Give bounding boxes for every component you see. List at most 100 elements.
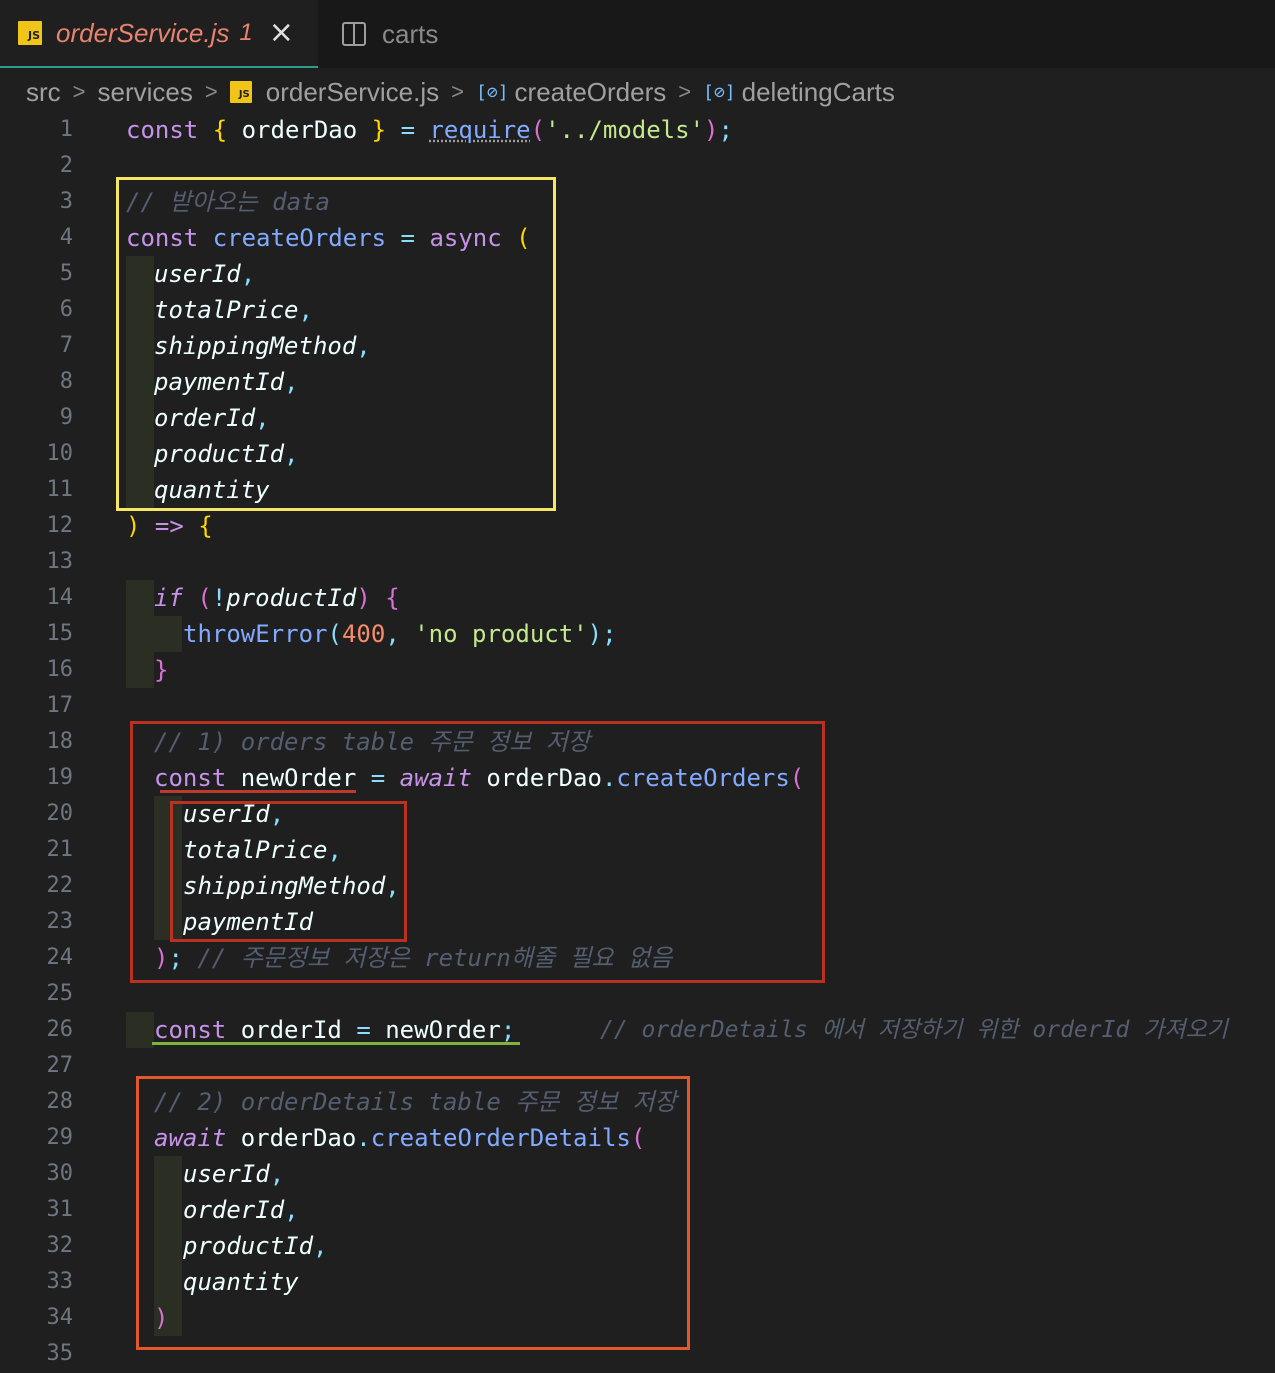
parameter: quantity: [183, 1268, 299, 1296]
brace: {: [212, 116, 228, 144]
tab-carts[interactable]: carts: [342, 0, 438, 68]
editor-tab-bar: JS orderService.js 1 × carts: [0, 0, 1275, 68]
code-line: 27: [0, 1048, 1275, 1084]
line-number: 28: [46, 1089, 74, 1114]
js-file-icon: JS: [18, 21, 42, 45]
comma: ,: [269, 800, 285, 828]
line-number: 3: [59, 189, 73, 214]
function-name: throwError: [183, 620, 328, 648]
keyword: const: [126, 224, 199, 252]
symbol-variable-icon: [⊘]: [703, 81, 736, 103]
line-number: 19: [46, 765, 74, 790]
tab-title: carts: [382, 18, 439, 49]
code-line: 21 totalPrice,: [0, 832, 1275, 868]
identifier: orderDao: [486, 764, 602, 792]
keyword: const: [154, 1016, 227, 1044]
parameter: productId: [154, 440, 285, 468]
js-file-icon: JS: [229, 81, 252, 103]
code-line: 18 // 1) orders table 주문 정보 저장: [0, 724, 1275, 760]
code-line: 8 paymentId,: [0, 364, 1275, 400]
comment: // 주문정보 저장은 return해줄 필요 없음: [197, 944, 673, 972]
parameter: paymentId: [154, 368, 285, 396]
line-number: 23: [46, 909, 74, 934]
code-line: 6 totalPrice,: [0, 292, 1275, 328]
parameter: quantity: [154, 476, 270, 504]
comma: ,: [298, 296, 313, 324]
comment: // 받아오는 data: [126, 188, 330, 216]
line-number: 27: [46, 1053, 74, 1078]
code-line: 13: [0, 544, 1275, 580]
semicolon: ;: [602, 620, 617, 648]
underline-annotation-green: [152, 1042, 520, 1045]
problem-count-badge: 1: [239, 19, 253, 46]
chevron-right-icon: >: [451, 79, 465, 104]
string-literal: '../models': [545, 116, 705, 144]
line-number: 16: [46, 657, 74, 682]
breadcrumb-item-deleting-carts[interactable]: deletingCarts: [742, 77, 895, 108]
tab-order-service[interactable]: JS orderService.js 1 ×: [0, 0, 318, 68]
line-number: 8: [59, 369, 73, 394]
code-line: 20 userId,: [0, 796, 1275, 832]
code-line: 25: [0, 976, 1275, 1012]
parameter: userId: [183, 800, 270, 828]
keyword: const: [126, 116, 199, 144]
chevron-right-icon: >: [72, 79, 86, 104]
code-line: 28 // 2) orderDetails table 주문 정보 저장: [0, 1084, 1275, 1120]
line-number: 32: [46, 1233, 74, 1258]
comma: ,: [356, 332, 371, 360]
comment: // 2) orderDetails table 주문 정보 저장: [154, 1088, 677, 1116]
dot: .: [356, 1124, 371, 1152]
breadcrumb-item-src[interactable]: src: [26, 77, 61, 108]
breadcrumb-item-services[interactable]: services: [98, 77, 193, 108]
line-number: 30: [46, 1161, 74, 1186]
split-editor-icon: [342, 22, 366, 46]
line-number: 14: [46, 585, 74, 610]
paren: (: [516, 224, 531, 252]
code-line: 23 paymentId: [0, 904, 1275, 940]
paren: ): [154, 1304, 169, 1332]
code-line: 7 shippingMethod,: [0, 328, 1275, 364]
identifier: newOrder: [385, 1016, 501, 1044]
semicolon: ;: [500, 1016, 516, 1044]
line-number: 4: [59, 225, 73, 250]
paren: (: [530, 116, 546, 144]
comma: ,: [269, 1160, 285, 1188]
chevron-right-icon: >: [678, 79, 692, 104]
paren: ): [356, 584, 371, 612]
paren: (: [197, 584, 212, 612]
line-number: 24: [46, 945, 74, 970]
line-number: 7: [59, 333, 73, 358]
paren: ): [154, 944, 169, 972]
identifier: orderDao: [241, 116, 358, 144]
tab-title: orderService.js: [56, 17, 230, 48]
breadcrumb-item-create-orders[interactable]: createOrders: [515, 77, 667, 108]
code-line: 33 quantity: [0, 1264, 1275, 1300]
line-number: 31: [46, 1197, 74, 1222]
line-number: 20: [46, 801, 74, 826]
keyword: if: [154, 584, 183, 612]
operator: =: [400, 116, 416, 144]
breadcrumb-item-file[interactable]: orderService.js: [266, 77, 439, 108]
line-number: 17: [46, 693, 74, 718]
function-name: createOrders: [212, 224, 387, 252]
symbol-variable-icon: [⊘]: [476, 81, 509, 103]
operator: =: [356, 1016, 371, 1044]
keyword: async: [429, 224, 502, 252]
line-number: 33: [46, 1269, 74, 1294]
code-line: 24 ); // 주문정보 저장은 return해줄 필요 없음: [0, 940, 1275, 976]
parameter: shippingMethod: [154, 332, 357, 360]
function-name: createOrders: [616, 764, 790, 792]
comma: ,: [284, 368, 299, 396]
code-line: 10 productId,: [0, 436, 1275, 472]
parameter: totalPrice: [183, 836, 328, 864]
line-number: 29: [46, 1125, 74, 1150]
line-number: 1: [59, 117, 73, 142]
number-literal: 400: [341, 620, 386, 648]
parameter: totalPrice: [154, 296, 299, 324]
parameter: orderId: [183, 1196, 285, 1224]
close-icon[interactable]: ×: [269, 18, 294, 48]
underline-annotation-red: [160, 790, 356, 793]
comma: ,: [284, 1196, 299, 1224]
comma: ,: [284, 440, 299, 468]
line-number: 34: [46, 1305, 74, 1330]
